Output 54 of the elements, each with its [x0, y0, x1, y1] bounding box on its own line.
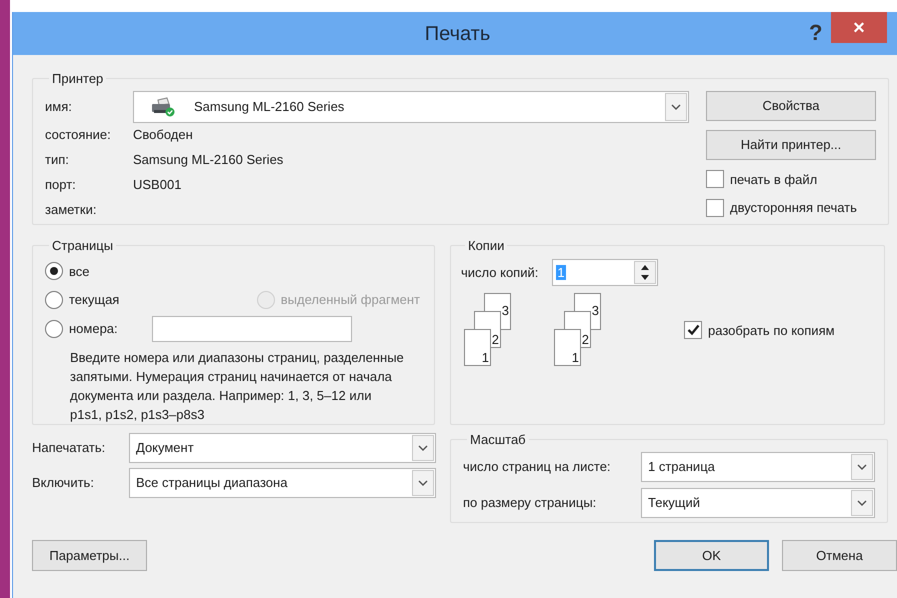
- page-number: 2: [492, 332, 499, 346]
- field-value: Samsung ML-2160 Series: [133, 151, 284, 170]
- window-title: Печать: [424, 22, 490, 46]
- radio-button[interactable]: [45, 262, 63, 280]
- page-number: 3: [592, 304, 599, 318]
- dialog-button[interactable]: Отмена: [782, 540, 897, 571]
- checkbox-label: двусторонняя печать: [730, 199, 857, 217]
- field-label: имя:: [45, 98, 73, 116]
- field-label: состояние:: [45, 126, 112, 144]
- printer-button[interactable]: Найти принтер...: [706, 130, 876, 160]
- dropdown[interactable]: Текущий: [641, 488, 875, 518]
- printer-dropdown[interactable]: Samsung ML-2160 Series: [133, 90, 689, 122]
- checkbox[interactable]: [706, 198, 724, 217]
- printer-button[interactable]: Свойства: [706, 90, 876, 120]
- hint-text: Введите номера или диапазоны страниц, разделенные запятыми. Нумерация страниц начинается от начала документа или раздела. Например: 1, 3, 5–12 или p1s1, p1s2, p1s3–p8s3: [69, 349, 405, 424]
- radio-button[interactable]: [45, 290, 63, 309]
- radio-label: текущая: [69, 291, 120, 309]
- field-label: заметки:: [45, 201, 98, 220]
- field-value: USB001: [133, 176, 182, 194]
- checkbox[interactable]: [706, 170, 724, 188]
- radio-button[interactable]: [45, 320, 63, 338]
- page-number: 1: [572, 350, 579, 364]
- field-value: Свободен: [133, 126, 193, 144]
- radio-label: выделенный фрагмент: [280, 291, 420, 309]
- field-label: порт:: [45, 176, 77, 194]
- group-title: Копии: [467, 237, 506, 255]
- dropdown[interactable]: 1 страница: [641, 452, 875, 482]
- group-title: Масштаб: [469, 431, 527, 449]
- close-button[interactable]: ×: [831, 12, 887, 43]
- spinner-value: 1: [556, 264, 566, 280]
- checkbox-label: печать в файл: [730, 170, 818, 189]
- field-label: Напечатать:: [32, 439, 106, 458]
- page-number: 1: [482, 350, 489, 364]
- page-number: 2: [582, 332, 589, 346]
- field-label: по размеру страницы:: [463, 494, 598, 512]
- group-title: Принтер: [51, 70, 104, 88]
- field-label: Включить:: [32, 474, 95, 492]
- radio-label: все: [69, 262, 90, 281]
- dropdown[interactable]: Все страницы диапазона: [129, 468, 436, 498]
- help-button[interactable]: ?: [809, 16, 822, 49]
- field-label: число страниц на листе:: [463, 458, 612, 476]
- page-numbers-field[interactable]: [152, 316, 352, 342]
- spinner-arrows-icon[interactable]: [634, 261, 656, 284]
- field-label: тип:: [45, 151, 70, 170]
- field-label: число копий:: [461, 264, 538, 282]
- radio-label: номера:: [69, 320, 118, 338]
- printer-icon: [150, 96, 176, 116]
- group-title: Страницы: [51, 237, 114, 255]
- dialog-button[interactable]: OK: [654, 540, 769, 571]
- checkbox[interactable]: [684, 321, 702, 340]
- page-number: 3: [502, 304, 509, 318]
- dropdown[interactable]: Документ: [129, 433, 436, 463]
- dialog-button[interactable]: Параметры...: [32, 540, 147, 571]
- checkbox-label: разобрать по копиям: [708, 322, 835, 340]
